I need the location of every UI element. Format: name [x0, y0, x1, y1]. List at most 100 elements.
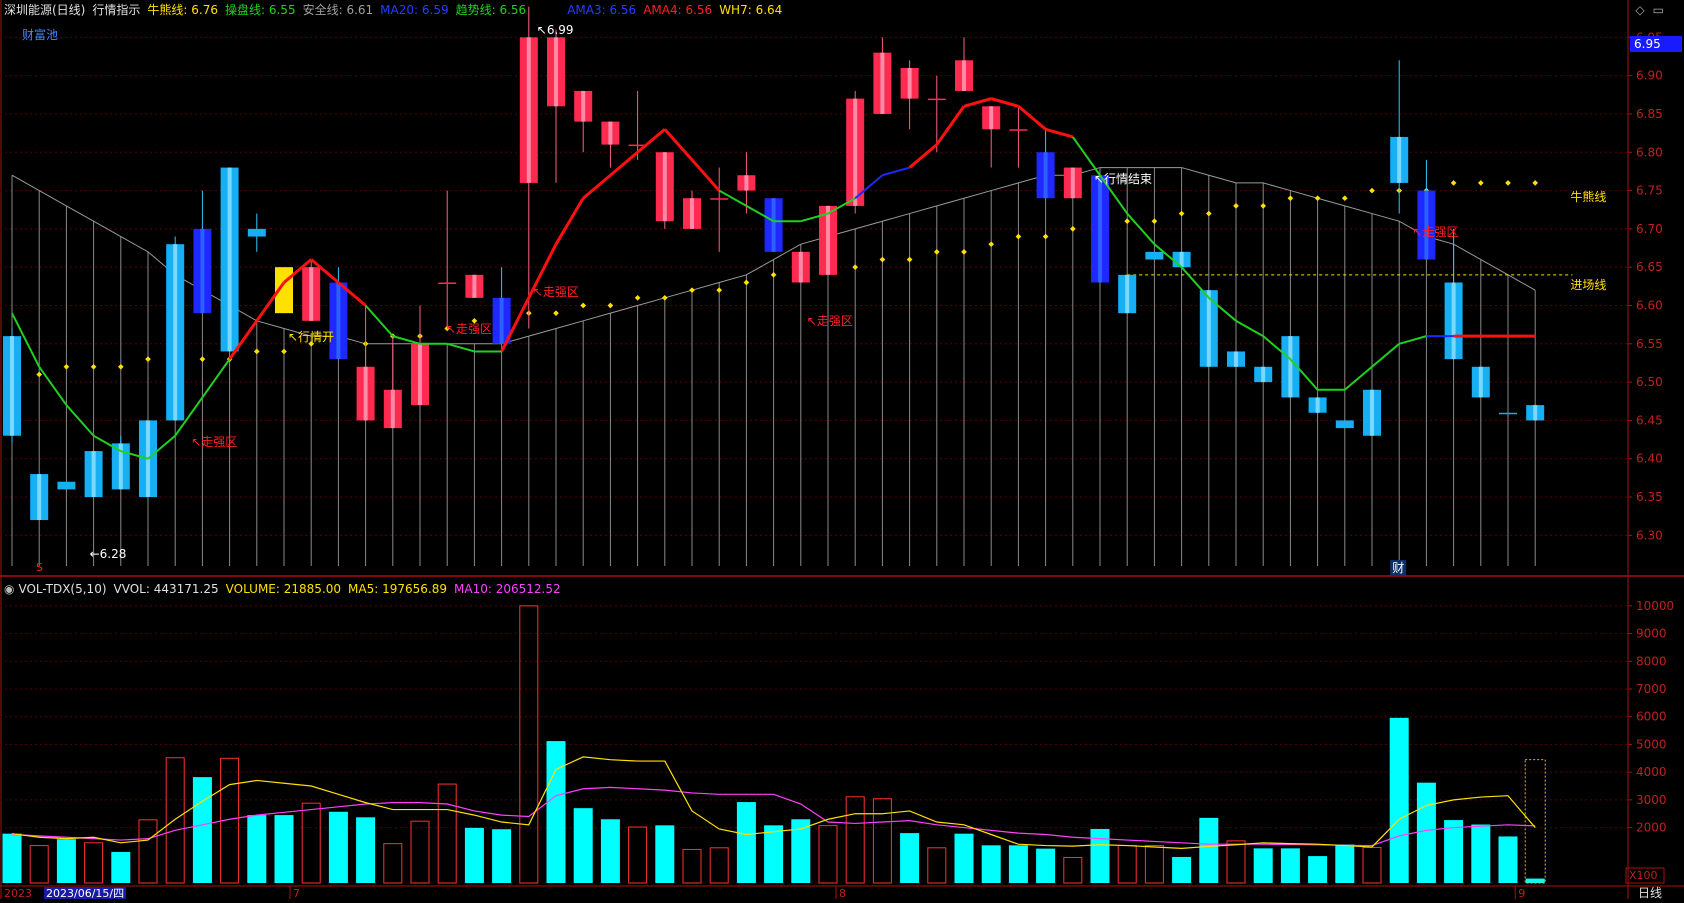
- stock-name[interactable]: 深圳能源(日线): [4, 3, 85, 17]
- bull-bear-dot: [1505, 180, 1511, 186]
- volume-bar: [1144, 845, 1164, 884]
- ama4-value: 6.56: [685, 3, 713, 17]
- safety-value: 6.61: [346, 3, 374, 17]
- volume-label: VOLUME:: [225, 582, 280, 596]
- price-tick-label: 6.60: [1636, 298, 1663, 312]
- bull-bear-dot: [1042, 233, 1049, 240]
- chart-canvas: 6.30 6.35 6.40 6.45 6.50 6.55 6.60 6.65 6.70 6.75…: [0, 0, 1684, 900]
- volume-bar: [954, 833, 974, 883]
- bull-bear-dot: [1260, 203, 1267, 209]
- candle-highlight: [744, 175, 749, 191]
- month-label: 8: [839, 887, 846, 899]
- vvol-value: 443171.25: [153, 582, 219, 596]
- volume-indicator-name[interactable]: VOL-TDX(5,10): [18, 582, 106, 596]
- bull-bear-dot: [36, 371, 43, 378]
- volume-bar: [1308, 856, 1328, 883]
- candle-highlight: [91, 451, 96, 498]
- operation-label: 操盘线:: [224, 3, 266, 17]
- volume-tick-label: 9000: [1636, 627, 1667, 641]
- bull-bear-dot: [1233, 203, 1239, 209]
- volume-bar: [138, 819, 158, 884]
- volume-bar: [1444, 820, 1464, 883]
- trend-line-segment: [1371, 343, 1400, 368]
- cai-marker: 财: [1392, 561, 1404, 575]
- volume-bar: [1471, 824, 1491, 883]
- trend-line-segment: [935, 105, 966, 146]
- collapse-icon[interactable]: ▭: [1653, 3, 1664, 17]
- trend-line-segment: [38, 366, 68, 406]
- bull-bear-dot: [145, 356, 151, 362]
- ama4-label: AMA4:: [643, 3, 682, 17]
- volume-bar: [301, 802, 321, 884]
- safety-label: 安全线:: [302, 3, 343, 17]
- volume-bar: [1362, 847, 1382, 884]
- ma5-value: 197656.89: [382, 582, 448, 596]
- volume-bar: [464, 827, 484, 883]
- trend-line-segment: [990, 97, 1019, 108]
- trend-line-segment: [1045, 127, 1074, 139]
- volume-bar: [192, 777, 212, 883]
- candle-body: [1009, 129, 1028, 131]
- operation-value: 6.55: [268, 3, 296, 17]
- candle-highlight: [10, 336, 14, 436]
- trend-line-segment: [1180, 266, 1210, 299]
- candle-highlight: [1533, 405, 1538, 421]
- bull-bear-dot: [743, 279, 750, 286]
- trend-line-segment: [1235, 319, 1264, 338]
- bull-bear-dot: [1314, 195, 1321, 202]
- candle-highlight: [989, 106, 994, 130]
- diamond-icon[interactable]: ◇: [1635, 3, 1644, 17]
- ma20-value: 6.59: [421, 3, 449, 17]
- volume-bar: [84, 842, 104, 884]
- candle-body: [710, 198, 729, 200]
- volume-tick-label: 6000: [1636, 710, 1667, 724]
- trend-line-segment: [963, 97, 992, 108]
- price-tick-label: 6.50: [1636, 375, 1663, 389]
- ma10-label: MA10:: [454, 582, 492, 596]
- volume-settings-icon[interactable]: ◉: [4, 582, 14, 596]
- bull-bear-label: 牛熊线:: [147, 3, 188, 17]
- price-tick-label: 6.55: [1636, 337, 1663, 351]
- candle-highlight: [173, 244, 178, 421]
- month-label: 9: [1518, 887, 1525, 899]
- window-controls: ◇ ▭: [1627, 3, 1664, 17]
- trend-line-segment: [582, 174, 612, 200]
- volume-bar: [1416, 782, 1436, 883]
- price-tick-label: 6.35: [1636, 490, 1663, 504]
- wh7-value: 6.64: [755, 3, 783, 17]
- volume-bar: [845, 796, 865, 884]
- bull-bear-dot: [906, 256, 913, 263]
- period-label: 日线: [1638, 886, 1662, 899]
- volume-bar: [628, 826, 648, 884]
- bull-bear-dot: [634, 295, 641, 301]
- volume-bar: [818, 825, 838, 884]
- trend-line-segment: [446, 342, 475, 353]
- candle-highlight: [1397, 136, 1402, 183]
- bull-bear-line-label: 牛熊线: [1570, 189, 1606, 204]
- trend-line-segment: [690, 158, 721, 192]
- volume-bar: [29, 845, 49, 884]
- candle-body: [1499, 412, 1517, 415]
- candle-highlight: [1261, 366, 1266, 383]
- volume-estimate-box: [1524, 759, 1546, 884]
- bull-bear-dot: [689, 287, 695, 293]
- volume-bar: [927, 847, 947, 884]
- volume-tick-label: 10000: [1636, 599, 1674, 613]
- bull-bear-dot: [1477, 180, 1484, 186]
- candle-highlight: [526, 37, 531, 183]
- volume-bar: [1036, 848, 1056, 883]
- volume-bar: [383, 843, 403, 884]
- volume-bar: [1280, 848, 1300, 883]
- candle-highlight: [363, 366, 368, 421]
- candle-highlight: [1315, 397, 1320, 413]
- volume-bar: [709, 847, 729, 884]
- candle-highlight: [662, 152, 667, 222]
- bull-bear-dot: [199, 356, 206, 362]
- candle-body: [927, 98, 946, 101]
- wealth-pool-label[interactable]: 财富池: [22, 25, 58, 45]
- volume-bar: [1525, 878, 1545, 883]
- volume-bar: [1090, 828, 1110, 883]
- candle-highlight: [309, 267, 314, 321]
- indicator-name[interactable]: 行情指示: [92, 3, 140, 17]
- bull-bear-dot: [1015, 233, 1022, 240]
